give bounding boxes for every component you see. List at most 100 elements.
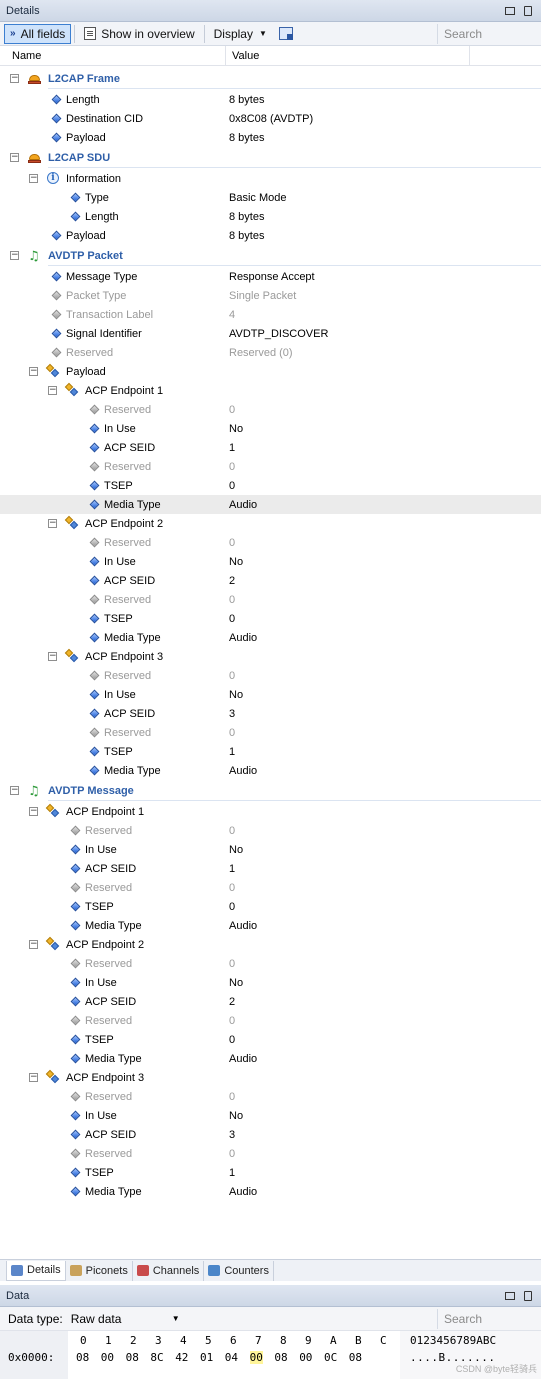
tree-field-row[interactable]: Reserved 0 [0,821,541,840]
hex-byte[interactable]: 08 [76,1351,89,1364]
data-search-input[interactable]: Search [437,1308,541,1329]
tree-field-row[interactable]: Payload 8 bytes [0,226,541,245]
tree-group-row[interactable]: − ACP Endpoint 3 [0,647,541,666]
tree-group-row[interactable]: − ACP Endpoint 2 [0,935,541,954]
tree-field-row[interactable]: Destination CID 0x8C08 (AVDTP) [0,109,541,128]
tree-field-row[interactable]: Reserved 0 [0,723,541,742]
tree-field-row[interactable]: Media Type Audio [0,916,541,935]
tree-field-row[interactable]: Length 8 bytes [0,90,541,109]
hex-byte[interactable]: 0C [324,1351,337,1364]
hex-byte[interactable]: 42 [175,1351,188,1364]
tree-group-row[interactable]: − ACP Endpoint 1 [0,381,541,400]
collapse-toggle-icon[interactable]: − [29,1073,38,1082]
tab-details[interactable]: Details [6,1260,66,1281]
tab-piconets[interactable]: Piconets [66,1260,133,1281]
tree-field-row[interactable]: Reserved 0 [0,590,541,609]
tree-field-row[interactable]: Payload 8 bytes [0,128,541,147]
tree-section-row[interactable]: − L2CAP Frame [0,68,541,90]
tree-field-row[interactable]: Reserved 0 [0,1011,541,1030]
tree-field-row[interactable]: Media Type Audio [0,495,541,514]
tree-field-row[interactable]: Transaction Label 4 [0,305,541,324]
tree-field-row[interactable]: Type Basic Mode [0,188,541,207]
tree-field-row[interactable]: Message Type Response Accept [0,267,541,286]
collapse-toggle-icon[interactable]: − [48,652,57,661]
tree-field-row[interactable]: TSEP 1 [0,1163,541,1182]
tree-field-row[interactable]: In Use No [0,552,541,571]
tree-field-row[interactable]: In Use No [0,973,541,992]
tree-field-row[interactable]: Reserved 0 [0,666,541,685]
tree-field-row[interactable]: TSEP 0 [0,609,541,628]
tree-field-row[interactable]: Reserved 0 [0,878,541,897]
tree-group-row[interactable]: − ACP Endpoint 2 [0,514,541,533]
hex-byte[interactable]: 08 [274,1351,287,1364]
data-type-select[interactable]: Raw data ▼ [69,1310,184,1328]
tree-section-row[interactable]: − L2CAP SDU [0,147,541,169]
tree-field-row[interactable]: Media Type Audio [0,628,541,647]
collapse-toggle-icon[interactable]: − [10,251,19,260]
hex-byte[interactable]: 08 [349,1351,362,1364]
tree-field-row[interactable]: Reserved 0 [0,954,541,973]
column-header-name[interactable]: Name [0,46,226,65]
tree-field-row[interactable]: In Use No [0,840,541,859]
tree-field-row[interactable]: ACP SEID 2 [0,992,541,1011]
tree-group-row[interactable]: − ACP Endpoint 1 [0,802,541,821]
tree-group-row[interactable]: − ACP Endpoint 3 [0,1068,541,1087]
tree-field-row[interactable]: ACP SEID 1 [0,859,541,878]
tree-section-row[interactable]: − ♫ AVDTP Packet [0,245,541,267]
tree-field-row[interactable]: TSEP 0 [0,897,541,916]
tree-field-row[interactable]: Media Type Audio [0,1049,541,1068]
hex-byte[interactable]: 8C [150,1351,163,1364]
collapse-toggle-icon[interactable]: − [10,74,19,83]
all-fields-button[interactable]: » All fields [4,23,72,44]
collapse-toggle-icon[interactable]: − [29,807,38,816]
column-header-value[interactable]: Value [226,46,470,65]
window-position-icon[interactable] [503,5,517,17]
tree-field-row[interactable]: Signal Identifier AVDTP_DISCOVER [0,324,541,343]
collapse-toggle-icon[interactable]: − [48,386,57,395]
tree-group-row[interactable]: − Payload [0,362,541,381]
tree-field-row[interactable]: Reserved Reserved (0) [0,343,541,362]
tree-field-row[interactable]: In Use No [0,419,541,438]
tree-field-row[interactable]: ACP SEID 3 [0,704,541,723]
show-in-overview-button[interactable]: Show in overview [78,24,200,44]
tree-field-row[interactable]: TSEP 0 [0,1030,541,1049]
collapse-toggle-icon[interactable]: − [29,367,38,376]
tree-field-row[interactable]: Media Type Audio [0,1182,541,1201]
hex-byte[interactable]: 08 [126,1351,139,1364]
tree-group-row[interactable]: − i Information [0,169,541,188]
pin-icon[interactable] [521,1290,535,1302]
hex-byte[interactable]: 00 [249,1351,263,1364]
collapse-toggle-icon[interactable]: − [48,519,57,528]
collapse-toggle-icon[interactable]: − [29,940,38,949]
collapse-toggle-icon[interactable]: − [10,153,19,162]
tree-field-row[interactable]: Reserved 0 [0,400,541,419]
hex-byte[interactable]: 00 [299,1351,312,1364]
tab-counters[interactable]: Counters [204,1260,274,1281]
collapse-toggle-icon[interactable]: − [29,174,38,183]
tree-field-row[interactable]: Length 8 bytes [0,207,541,226]
tab-channels[interactable]: Channels [133,1260,205,1281]
collapse-toggle-icon[interactable]: − [10,786,19,795]
window-position-icon[interactable] [503,1290,517,1302]
tree-field-row[interactable]: Reserved 0 [0,1144,541,1163]
search-input[interactable]: Search [437,23,537,44]
tree-field-row[interactable]: Packet Type Single Packet [0,286,541,305]
tree-field-row[interactable]: Reserved 0 [0,533,541,552]
pin-icon[interactable] [521,5,535,17]
tree-field-row[interactable]: TSEP 0 [0,476,541,495]
export-button[interactable] [273,24,299,44]
tree-field-row[interactable]: ACP SEID 1 [0,438,541,457]
tree-field-row[interactable]: TSEP 1 [0,742,541,761]
tree-section-row[interactable]: − ♫ AVDTP Message [0,780,541,802]
hex-byte[interactable]: 04 [225,1351,238,1364]
tree-field-row[interactable]: In Use No [0,1106,541,1125]
tree-field-row[interactable]: In Use No [0,685,541,704]
hex-byte[interactable]: 01 [200,1351,213,1364]
tree-field-row[interactable]: ACP SEID 3 [0,1125,541,1144]
tree-field-row[interactable]: Media Type Audio [0,761,541,780]
hex-byte[interactable]: 00 [101,1351,114,1364]
tree-field-row[interactable]: Reserved 0 [0,457,541,476]
tree-field-row[interactable]: ACP SEID 2 [0,571,541,590]
display-dropdown[interactable]: Display ▼ [208,24,273,44]
tree-field-row[interactable]: Reserved 0 [0,1087,541,1106]
